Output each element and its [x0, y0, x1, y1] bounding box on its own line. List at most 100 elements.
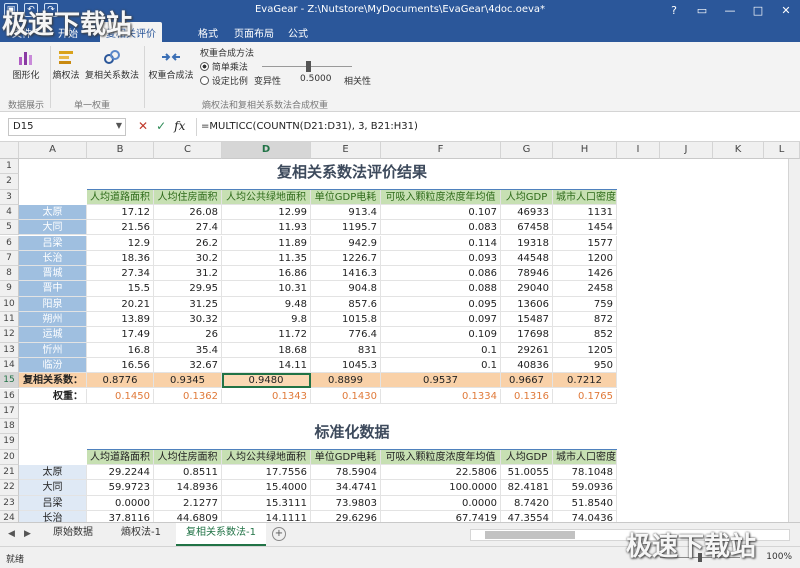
data-cell[interactable]: 8.7420 — [501, 495, 553, 511]
data-cell[interactable]: 831 — [311, 342, 381, 358]
data-cell[interactable]: 29261 — [501, 342, 553, 358]
tab-nav-prev-icon[interactable]: ◀ — [8, 529, 15, 539]
data-cell[interactable]: 21.56 — [87, 220, 154, 236]
data-cell[interactable]: 1200 — [553, 250, 617, 267]
data-cell[interactable]: 51.8540 — [553, 495, 617, 511]
close-icon[interactable]: ✕ — [772, 0, 800, 22]
data-cell[interactable]: 1205 — [553, 342, 617, 358]
data-cell[interactable]: 67.7419 — [381, 510, 501, 522]
row-header[interactable]: 22 — [0, 480, 19, 496]
data-cell[interactable]: 22.5806 — [381, 465, 501, 481]
data-cell[interactable]: 1045.3 — [311, 357, 381, 374]
column-title-cell[interactable]: 人均GDP — [501, 189, 553, 205]
data-cell[interactable]: 0.1 — [381, 357, 501, 374]
column-title-cell[interactable]: 人均道路面积 — [87, 449, 154, 465]
data-cell[interactable]: 0.086 — [381, 266, 501, 282]
column-header[interactable]: C — [154, 142, 222, 159]
data-cell[interactable]: 78.5904 — [311, 465, 381, 481]
data-cell[interactable]: 27.34 — [87, 266, 154, 282]
city-label[interactable]: 忻州 — [19, 342, 87, 358]
data-cell[interactable]: 11.93 — [222, 220, 311, 236]
radio-set-ratio[interactable]: 设定比例 — [200, 74, 248, 87]
city-label[interactable]: 晋中 — [19, 281, 87, 297]
column-title-cell[interactable]: 单位GDP电耗 — [311, 449, 381, 465]
data-cell[interactable]: 100.0000 — [381, 480, 501, 496]
tab-format[interactable]: 格式 — [198, 25, 218, 40]
city-label[interactable]: 太原 — [19, 465, 87, 481]
city-label[interactable]: 长治 — [19, 510, 87, 522]
data-cell[interactable]: 0.0000 — [381, 495, 501, 511]
data-cell[interactable]: 46933 — [501, 204, 553, 221]
column-title-cell[interactable]: 人均住房面积 — [154, 449, 222, 465]
data-cell[interactable]: 18.36 — [87, 250, 154, 267]
chart-button[interactable]: 图形化 — [8, 48, 44, 81]
ribbon-options-icon[interactable]: ▭ — [688, 0, 716, 22]
data-cell[interactable]: 44.6809 — [154, 510, 222, 522]
add-sheet-icon[interactable]: + — [272, 527, 286, 541]
data-cell[interactable]: 1577 — [553, 235, 617, 251]
data-cell[interactable]: 0.083 — [381, 220, 501, 236]
data-cell[interactable]: 0.114 — [381, 235, 501, 251]
row-header[interactable]: 21 — [0, 465, 19, 481]
data-cell[interactable]: 19318 — [501, 235, 553, 251]
row-header[interactable]: 23 — [0, 495, 19, 511]
data-cell[interactable]: 776.4 — [311, 327, 381, 343]
zoom-level[interactable]: 100% — [766, 552, 792, 562]
name-box[interactable]: D15 ▼ — [8, 118, 126, 136]
corr-cell[interactable]: 0.8899 — [311, 373, 381, 389]
data-cell[interactable]: 0.109 — [381, 327, 501, 343]
data-cell[interactable]: 31.2 — [154, 266, 222, 282]
row-header[interactable]: 15 — [0, 373, 19, 389]
data-cell[interactable]: 2.1277 — [154, 495, 222, 511]
data-cell[interactable]: 17.12 — [87, 204, 154, 221]
data-cell[interactable]: 29.6296 — [311, 510, 381, 522]
row-header[interactable]: 14 — [0, 357, 19, 374]
weight-cell[interactable]: 0.1765 — [553, 388, 617, 404]
data-cell[interactable]: 26.08 — [154, 204, 222, 221]
data-cell[interactable]: 78946 — [501, 266, 553, 282]
data-cell[interactable]: 12.99 — [222, 204, 311, 221]
data-cell[interactable]: 10.31 — [222, 281, 311, 297]
data-cell[interactable]: 852 — [553, 327, 617, 343]
data-cell[interactable]: 14.8936 — [154, 480, 222, 496]
data-cell[interactable]: 29.2244 — [87, 465, 154, 481]
data-cell[interactable]: 0.097 — [381, 312, 501, 328]
tab-page-layout[interactable]: 页面布局 — [234, 25, 274, 40]
tab-formula[interactable]: 公式 — [288, 25, 308, 40]
data-cell[interactable]: 14.1111 — [222, 510, 311, 522]
column-header[interactable]: G — [501, 142, 553, 159]
data-cell[interactable]: 78.1048 — [553, 465, 617, 481]
data-cell[interactable]: 12.9 — [87, 235, 154, 251]
data-cell[interactable]: 13.89 — [87, 312, 154, 328]
scrollbar-thumb[interactable] — [485, 531, 575, 539]
row-header[interactable]: 11 — [0, 312, 19, 328]
data-cell[interactable]: 31.25 — [154, 296, 222, 312]
maximize-icon[interactable]: □ — [744, 0, 772, 22]
data-cell[interactable]: 32.67 — [154, 357, 222, 374]
city-label[interactable]: 阳泉 — [19, 296, 87, 312]
city-label[interactable]: 太原 — [19, 204, 87, 221]
data-cell[interactable]: 26.2 — [154, 235, 222, 251]
row-header[interactable]: 20 — [0, 449, 19, 465]
corr-cell[interactable]: 0.7212 — [553, 373, 617, 389]
corr-coefficient-button[interactable]: 复相关系数法 — [84, 48, 140, 81]
column-title-cell[interactable]: 可吸入颗粒度浓度年均值 — [381, 189, 501, 205]
corr-cell[interactable]: 0.9667 — [501, 373, 553, 389]
data-cell[interactable]: 74.0436 — [553, 510, 617, 522]
column-header[interactable]: K — [713, 142, 764, 159]
column-title-cell[interactable]: 人均住房面积 — [154, 189, 222, 205]
corr-cell[interactable]: 0.9537 — [381, 373, 501, 389]
data-cell[interactable]: 30.2 — [154, 250, 222, 267]
data-cell[interactable]: 857.6 — [311, 296, 381, 312]
data-cell[interactable]: 872 — [553, 312, 617, 328]
data-cell[interactable]: 15487 — [501, 312, 553, 328]
column-header[interactable]: A — [19, 142, 87, 159]
row-header[interactable]: 2 — [0, 174, 19, 190]
weight-cell[interactable]: 0.1450 — [87, 388, 154, 404]
row-header[interactable]: 7 — [0, 250, 19, 267]
data-cell[interactable]: 950 — [553, 357, 617, 374]
column-title-cell[interactable]: 人均公共绿地面积 — [222, 449, 311, 465]
vertical-scrollbar[interactable] — [788, 159, 800, 522]
data-cell[interactable]: 15.4000 — [222, 480, 311, 496]
city-label[interactable]: 晋城 — [19, 266, 87, 282]
